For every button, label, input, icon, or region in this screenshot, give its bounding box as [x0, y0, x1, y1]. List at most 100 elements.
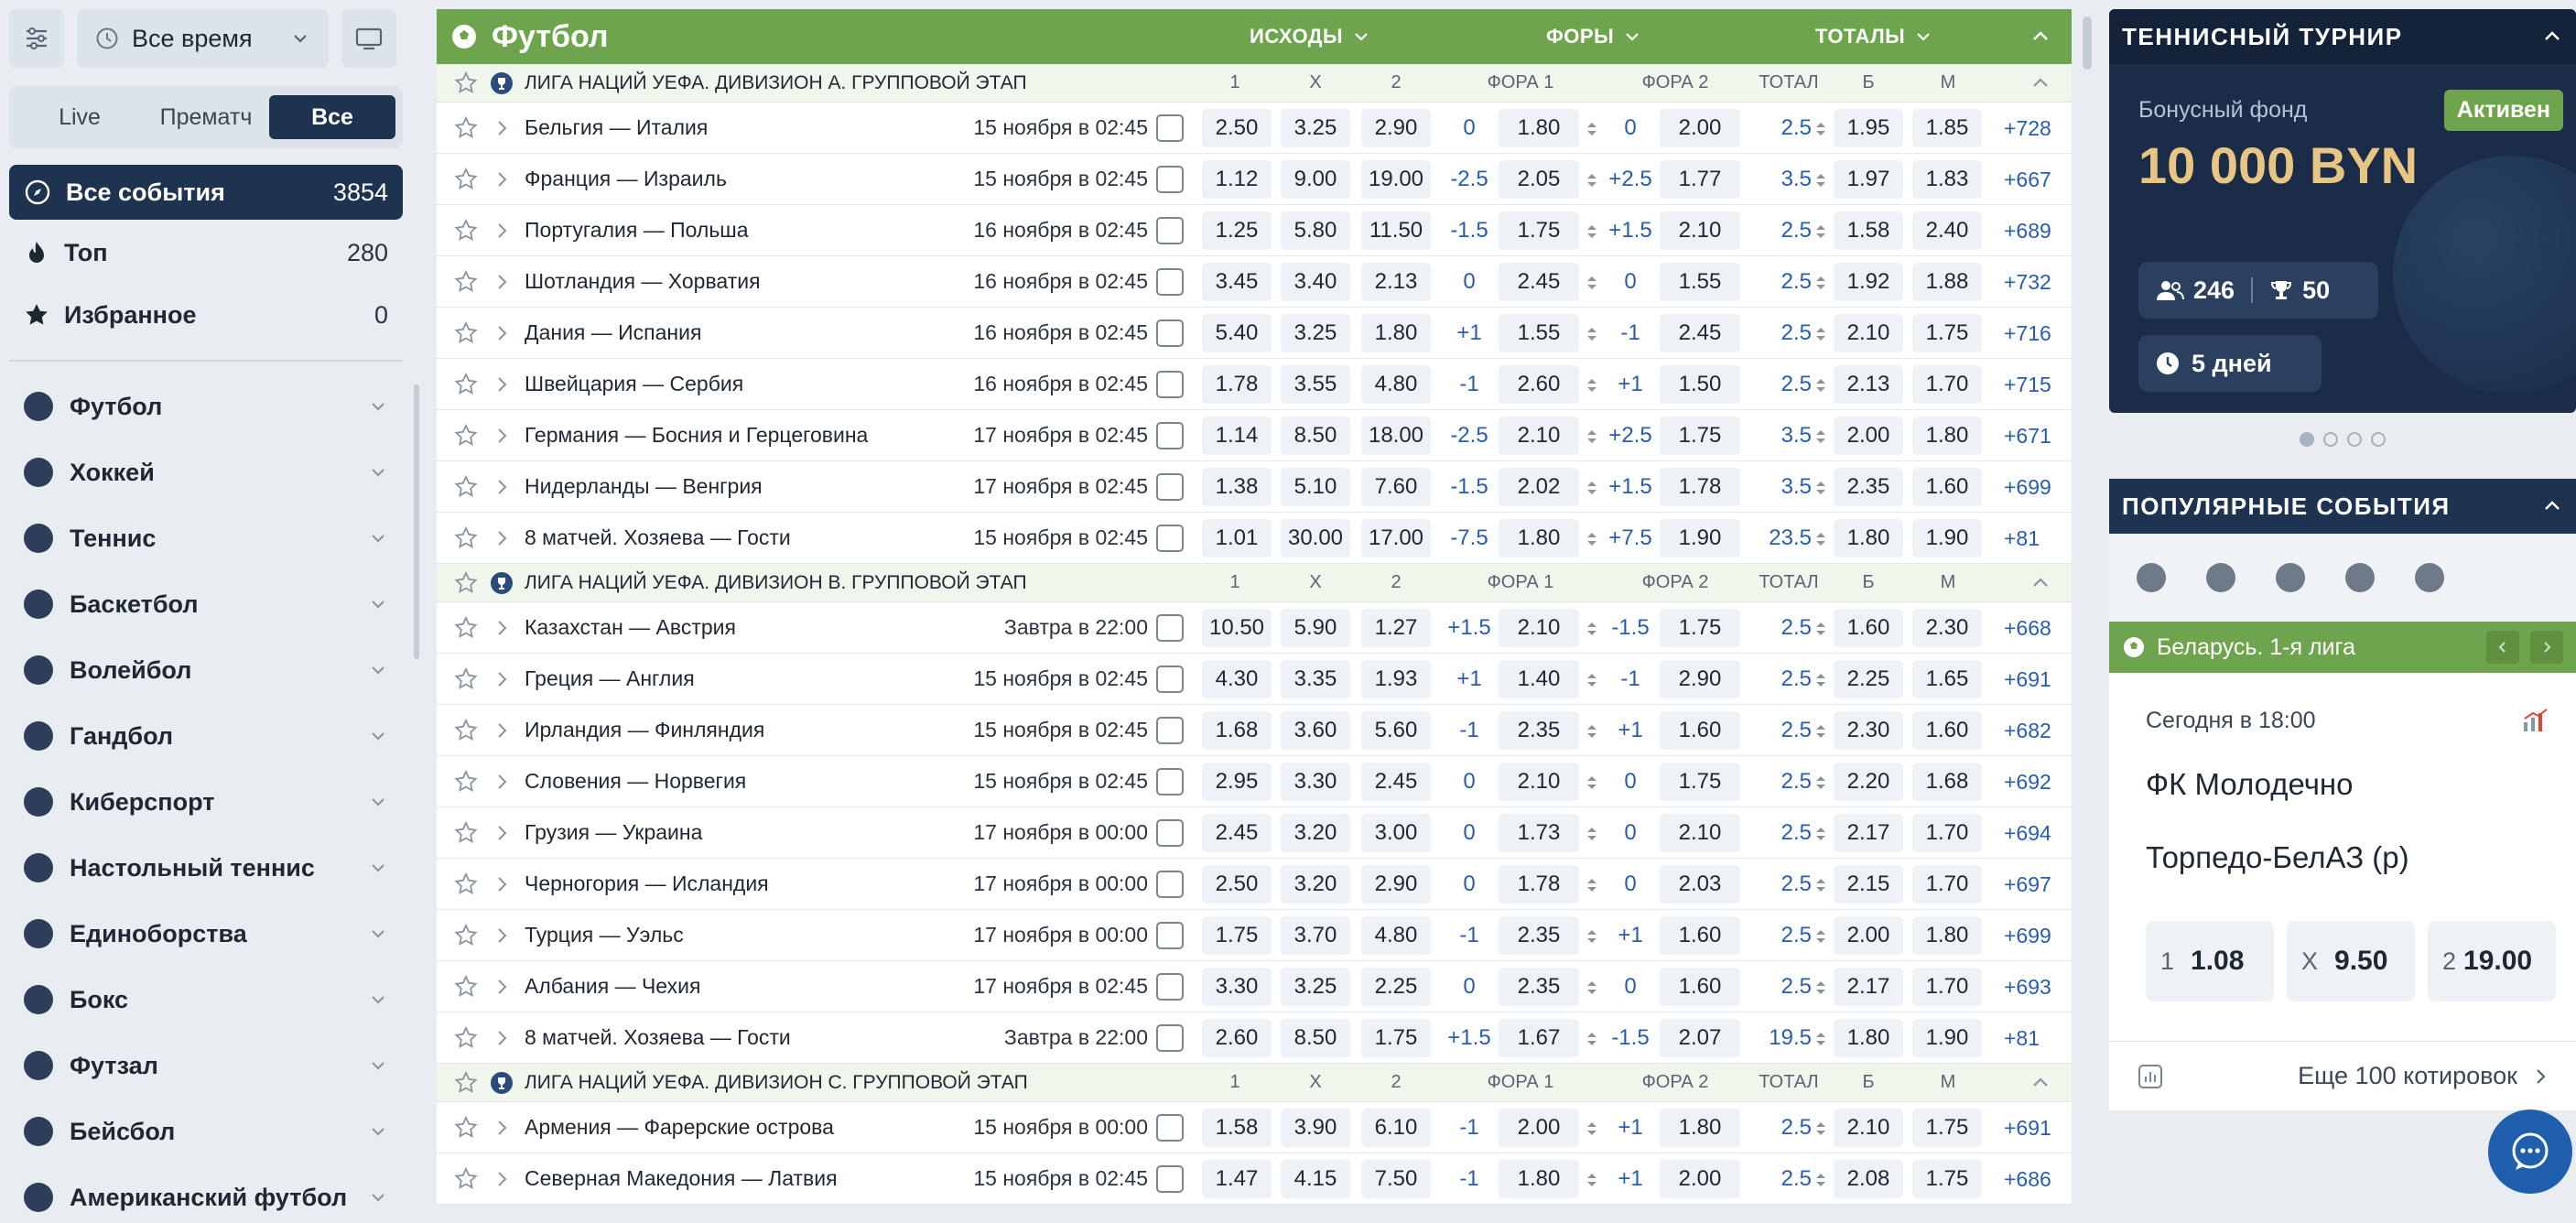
table-row[interactable]: Ирландия — Финляндия 15 ноября в 02:45 1.6… — [437, 705, 2072, 756]
table-row[interactable]: Бельгия — Италия 15 ноября в 02:45 2.50 3.2… — [437, 103, 2072, 154]
tab-live[interactable]: Live — [16, 95, 143, 139]
odd-under[interactable]: 1.83 — [1912, 160, 1982, 199]
sort-arrows-icon[interactable] — [1813, 1170, 1828, 1190]
odd-x[interactable]: 3.70 — [1281, 916, 1350, 955]
star-icon[interactable] — [453, 474, 479, 500]
event-name[interactable]: Шотландия — Хорватия — [525, 269, 761, 294]
chevron-right-icon[interactable] — [493, 720, 510, 741]
more-markets-link[interactable]: +691 — [2004, 667, 2051, 692]
star-icon[interactable] — [453, 269, 479, 295]
stats-icon[interactable] — [1156, 818, 1184, 847]
table-row[interactable]: 8 матчей. Хозяева — Гости 15 ноября в 02:… — [437, 513, 2072, 564]
odd-over[interactable]: 2.00 — [1834, 417, 1903, 455]
more-markets-link[interactable]: +81 — [2004, 1026, 2040, 1051]
more-markets-link[interactable]: +728 — [2004, 116, 2051, 141]
star-icon[interactable] — [453, 974, 479, 1000]
odd-x[interactable]: 5.80 — [1281, 211, 1350, 250]
odd-under[interactable]: 2.40 — [1912, 211, 1982, 250]
handicap-1-odd[interactable]: 2.35 — [1499, 968, 1579, 1006]
basketball-icon[interactable] — [2345, 563, 2375, 592]
prev-button[interactable] — [2486, 631, 2519, 664]
team-away[interactable]: Торпедо-БелАЗ (р) — [2146, 840, 2409, 875]
odd-under[interactable]: 1.70 — [1912, 968, 1982, 1006]
sort-arrows-icon[interactable] — [1813, 670, 1828, 690]
odd-1[interactable]: 2.95 — [1202, 763, 1272, 801]
sidebar-item-sport[interactable]: Единоборства — [9, 908, 403, 959]
odd-over[interactable]: 1.92 — [1834, 263, 1903, 301]
handicap-2-odd[interactable]: 2.00 — [1660, 109, 1740, 147]
volleyball-icon[interactable] — [2415, 563, 2444, 592]
handicap-1-odd[interactable]: 2.10 — [1499, 417, 1579, 455]
sort-arrows-icon[interactable] — [1585, 824, 1599, 844]
odd-x[interactable]: 3.20 — [1281, 865, 1350, 904]
sidebar-item-sport[interactable]: Футзал — [9, 1040, 403, 1091]
sort-arrows-icon[interactable] — [1813, 1029, 1828, 1049]
event-name[interactable]: Дания — Испания — [525, 320, 701, 345]
star-icon[interactable] — [453, 570, 479, 596]
odd-1[interactable]: 2.50 — [1202, 109, 1272, 147]
more-markets-link[interactable]: +694 — [2004, 821, 2051, 846]
event-name[interactable]: Португалия — Польша — [525, 218, 749, 243]
stats-icon[interactable] — [1156, 1113, 1184, 1142]
star-icon[interactable] — [453, 423, 479, 449]
odd-x[interactable]: 3.30 — [1281, 763, 1350, 801]
odd-x[interactable]: 3.25 — [1281, 968, 1350, 1006]
handicap-1-odd[interactable]: 1.80 — [1499, 1160, 1579, 1198]
chevron-right-icon[interactable] — [493, 823, 510, 843]
odd-over[interactable]: 2.15 — [1834, 865, 1903, 904]
chevron-down-icon[interactable] — [368, 396, 388, 417]
event-name[interactable]: Бельгия — Италия — [525, 115, 708, 140]
stats-icon[interactable] — [1156, 216, 1184, 244]
handicap-1-odd[interactable]: 1.80 — [1499, 109, 1579, 147]
view-mode-button[interactable] — [341, 9, 396, 68]
sort-arrows-icon[interactable] — [1813, 375, 1828, 395]
star-icon[interactable] — [453, 218, 479, 244]
star-icon[interactable] — [453, 525, 479, 551]
more-markets-link[interactable]: +668 — [2004, 616, 2051, 641]
odd-x[interactable]: 3.90 — [1281, 1109, 1350, 1147]
odd-x[interactable]: 3.40 — [1281, 263, 1350, 301]
handicap-2-odd[interactable]: 2.07 — [1660, 1019, 1740, 1057]
handicap-2-odd[interactable]: 1.60 — [1660, 916, 1740, 955]
handicap-1-odd[interactable]: 2.10 — [1499, 763, 1579, 801]
sort-arrows-icon[interactable] — [1585, 119, 1599, 139]
tennis-icon[interactable] — [2276, 563, 2305, 592]
sidebar-item-sport[interactable]: Футбол — [9, 381, 403, 432]
odd-over[interactable]: 1.97 — [1834, 160, 1903, 199]
chevron-right-icon[interactable] — [493, 426, 510, 446]
handicap-2-odd[interactable]: 1.90 — [1660, 519, 1740, 557]
event-name[interactable]: Албания — Чехия — [525, 974, 700, 999]
odd-under[interactable]: 1.80 — [1912, 417, 1982, 455]
table-row[interactable]: Германия — Босния и Герцеговина 17 ноября… — [437, 410, 2072, 461]
sort-arrows-icon[interactable] — [1813, 324, 1828, 344]
stats-icon[interactable] — [1156, 921, 1184, 949]
sort-arrows-icon[interactable] — [1585, 619, 1599, 639]
table-row[interactable]: Северная Македония — Латвия 15 ноября в 0… — [437, 1153, 2072, 1205]
hockey-icon[interactable] — [2206, 563, 2235, 592]
sort-arrows-icon[interactable] — [1813, 978, 1828, 998]
team-home[interactable]: ФК Молодечно — [2146, 767, 2354, 802]
event-name[interactable]: Словения — Норвегия — [525, 769, 746, 794]
star-icon[interactable] — [453, 1070, 479, 1096]
odd-over[interactable]: 2.10 — [1834, 1109, 1903, 1147]
odd-1[interactable]: 2.60 — [1202, 1019, 1272, 1057]
event-name[interactable]: Нидерланды — Венгрия — [525, 474, 763, 499]
odd-1[interactable]: 1.47 — [1202, 1160, 1272, 1198]
sort-arrows-icon[interactable] — [1585, 1029, 1599, 1049]
chevron-right-icon[interactable] — [493, 618, 510, 638]
handicap-1-odd[interactable]: 1.78 — [1499, 865, 1579, 904]
star-icon[interactable] — [453, 923, 479, 948]
handicap-1-odd[interactable]: 2.45 — [1499, 263, 1579, 301]
table-row[interactable]: Франция — Израиль 15 ноября в 02:45 1.12 9.… — [437, 154, 2072, 205]
star-icon[interactable] — [453, 871, 479, 897]
handicap-1-odd[interactable]: 1.67 — [1499, 1019, 1579, 1057]
handicap-1-odd[interactable]: 2.35 — [1499, 916, 1579, 955]
odd-button-draw[interactable]: X 9.50 — [2287, 921, 2415, 1001]
handicap-2-odd[interactable]: 2.45 — [1660, 314, 1740, 352]
odd-1[interactable]: 2.45 — [1202, 814, 1272, 852]
odd-x[interactable]: 5.90 — [1281, 609, 1350, 647]
event-name[interactable]: Германия — Босния и Герцеговина — [525, 423, 868, 448]
odd-button-home[interactable]: 1 1.08 — [2146, 921, 2274, 1001]
stats-icon[interactable] — [1156, 165, 1184, 193]
odd-over[interactable]: 1.95 — [1834, 109, 1903, 147]
